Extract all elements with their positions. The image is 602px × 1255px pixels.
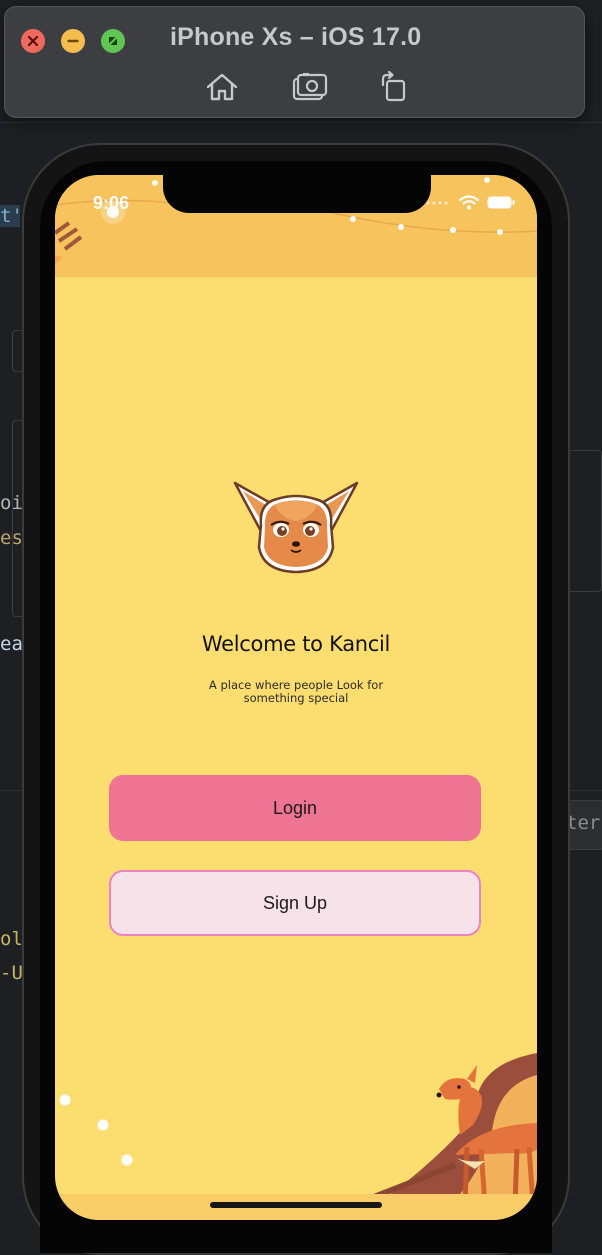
code-fragment: -U xyxy=(0,962,23,984)
simulator-title: iPhone Xs – iOS 17.0 xyxy=(170,23,422,51)
status-icons xyxy=(425,195,515,210)
simulator-title-bar: iPhone Xs – iOS 17.0 xyxy=(4,6,585,118)
battery-icon xyxy=(487,196,515,209)
kancil-logo xyxy=(233,481,359,574)
rotate-button[interactable] xyxy=(373,67,413,107)
home-icon xyxy=(206,73,238,101)
code-fragment: es xyxy=(0,527,23,549)
code-fragment: ol xyxy=(0,928,23,950)
signal-dots-icon xyxy=(426,200,448,205)
fullscreen-icon xyxy=(109,37,117,45)
minimize-window-button[interactable] xyxy=(61,29,85,53)
close-window-button[interactable] xyxy=(21,29,45,53)
code-fragment: t' xyxy=(0,205,23,227)
screenshot-icon xyxy=(292,73,328,101)
tagline: A place where people Look for something … xyxy=(208,678,384,705)
code-fragment: ea xyxy=(0,633,23,655)
code-fragment: oi xyxy=(0,492,23,514)
wifi-icon xyxy=(459,195,479,210)
login-button[interactable]: Login xyxy=(109,775,481,841)
rotate-icon xyxy=(381,71,406,102)
home-button[interactable] xyxy=(202,67,242,107)
app-screen: 9:06 Welcome to Kancil A place where peo… xyxy=(55,175,537,1220)
status-time: 9:06 xyxy=(93,193,130,213)
code-fragment: ter xyxy=(566,812,601,834)
welcome-title: Welcome to Kancil xyxy=(201,632,391,656)
signup-button[interactable]: Sign Up xyxy=(109,870,481,936)
zoom-window-button[interactable] xyxy=(101,29,125,53)
minimize-icon xyxy=(67,39,79,43)
notch xyxy=(163,175,431,213)
close-icon xyxy=(27,35,39,47)
screenshot-button[interactable] xyxy=(290,67,330,107)
home-indicator[interactable] xyxy=(210,1202,382,1208)
editor-divider xyxy=(0,122,602,123)
